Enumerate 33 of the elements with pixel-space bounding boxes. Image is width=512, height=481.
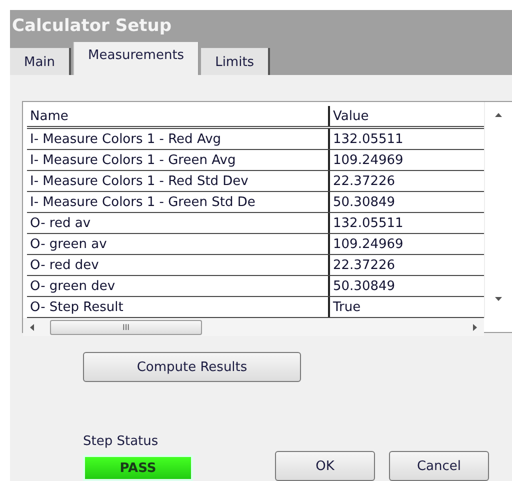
table-cell-text: 50.30849 (332, 194, 396, 212)
scroll-right-icon[interactable] (471, 324, 478, 330)
scroll-down-icon[interactable] (495, 295, 502, 302)
scroll-up-icon[interactable] (495, 112, 502, 119)
table-cell: O- red av (27, 213, 330, 233)
table-cell-text: 22.37226 (332, 256, 396, 274)
ok-button[interactable]: OK (275, 451, 375, 481)
status-indicator: PASS (83, 455, 193, 481)
window-title: Calculator Setup (10, 10, 512, 42)
column-header[interactable]: Name (27, 106, 330, 126)
compute-results-button[interactable]: Compute Results (83, 352, 301, 382)
table-cell: I- Measure Colors 1 - Red Avg (27, 129, 330, 149)
table-cell-text: 50.30849 (332, 278, 396, 296)
table-cell: O- red dev (27, 255, 330, 275)
table-cell: O- green dev (27, 276, 330, 296)
cancel-button[interactable]: Cancel (389, 451, 489, 481)
scroll-left-icon[interactable] (29, 324, 36, 330)
table-cell-text: 109.24969 (332, 152, 404, 170)
table-cell-text: 109.24969 (332, 236, 404, 254)
table-cell: I- Measure Colors 1 - Red Std Dev (27, 171, 330, 191)
table-cell: O- green av (27, 234, 330, 254)
column-header[interactable]: Value (330, 106, 480, 126)
tab[interactable]: Main (10, 48, 72, 75)
step-status-label: Step Status (83, 434, 160, 449)
tab[interactable]: Measurements (73, 42, 200, 75)
table-cell-text: 132.05511 (332, 214, 404, 232)
table-cell: I- Measure Colors 1 - Green Avg (27, 150, 330, 170)
table-cell-text: 22.37226 (332, 172, 396, 190)
tab[interactable]: Limits (201, 48, 270, 75)
table-cell: I- Measure Colors 1 - Green Std De (27, 192, 330, 212)
table-cell-text: 132.05511 (332, 130, 404, 148)
table-cell-text: True (332, 298, 362, 316)
scrollbar-thumb[interactable]: III (50, 320, 202, 334)
